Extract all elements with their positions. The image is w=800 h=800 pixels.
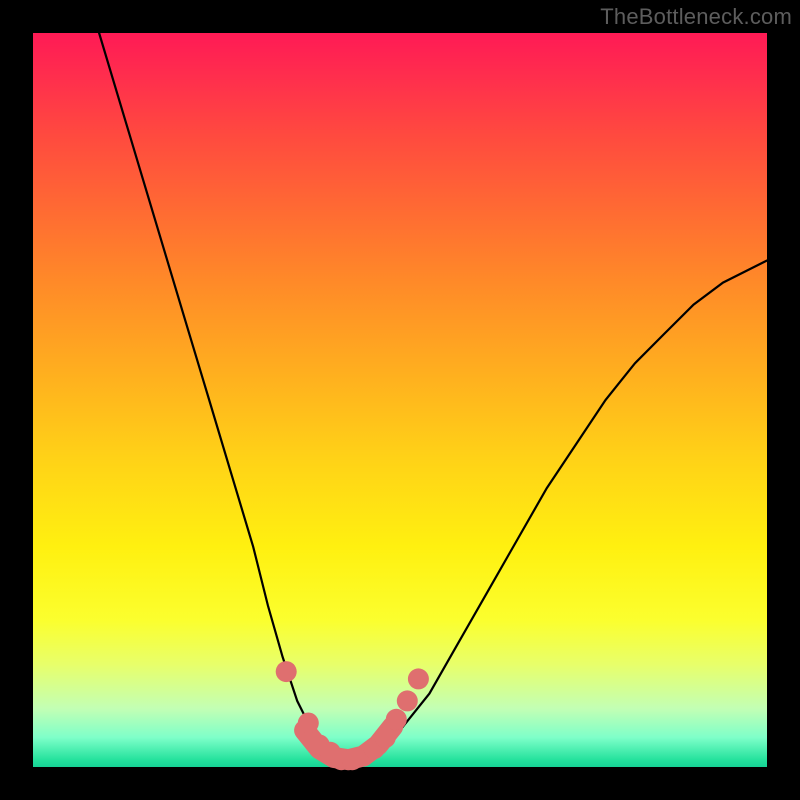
plot-area <box>33 33 767 767</box>
marker-dot <box>408 668 429 689</box>
marker-dot <box>276 661 297 682</box>
curve-layer <box>33 33 767 767</box>
marker-dot <box>375 727 396 748</box>
chart-frame: TheBottleneck.com <box>0 0 800 800</box>
marker-dot <box>397 690 418 711</box>
marker-dot <box>298 713 319 734</box>
marker-dot <box>386 709 407 730</box>
watermark-text: TheBottleneck.com <box>600 4 792 30</box>
bottleneck-curve <box>99 33 767 760</box>
marker-dots <box>276 661 429 770</box>
